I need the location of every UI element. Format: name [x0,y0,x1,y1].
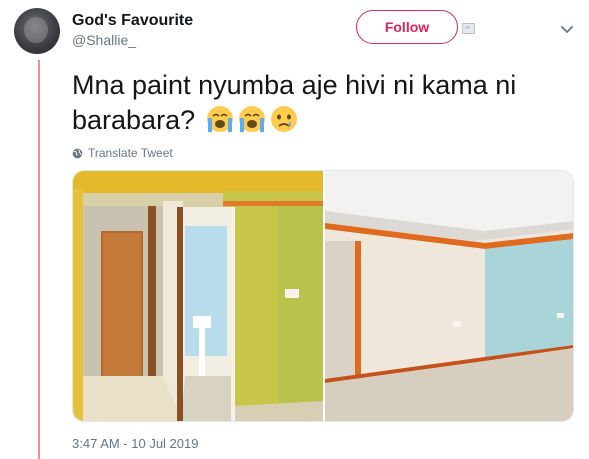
media-grid [72,170,574,422]
translate-tweet-link[interactable]: Translate Tweet [72,145,173,161]
translate-label: Translate Tweet [88,146,173,160]
avatar-image-icon [24,17,48,43]
photo-orange-trim-room[interactable] [325,171,573,421]
display-name[interactable]: God's Favourite [72,12,193,30]
avatar[interactable] [14,8,60,54]
photo-yellow-room[interactable] [73,171,323,421]
tweet-text: Mna paint nyumba aje hivi ni kama ni bar… [72,68,552,138]
globe-icon [72,148,83,158]
room-photo-yellow-walls-icon [73,171,323,421]
profile-card-icon[interactable] [462,23,475,34]
loudly-crying-face-icon [206,106,233,132]
chevron-down-icon[interactable] [560,22,574,36]
user-handle[interactable]: @Shallie_ [72,32,136,48]
follow-button[interactable]: Follow [356,10,458,44]
tweet-timestamp[interactable]: 3:47 AM - 10 Jul 2019 [72,436,198,451]
loudly-crying-face-icon [238,106,265,132]
crying-face-icon [270,106,297,132]
room-photo-orange-trim-icon [325,171,573,421]
thread-line [38,60,40,459]
